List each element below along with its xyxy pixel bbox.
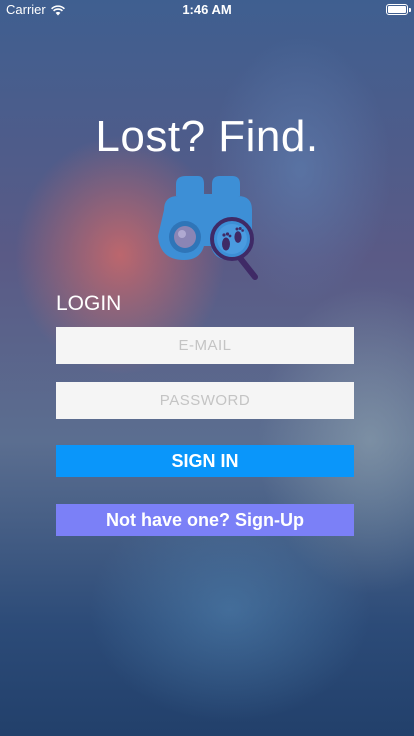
status-time: 1:46 AM: [182, 2, 232, 17]
password-field[interactable]: [56, 382, 354, 419]
sign-in-button[interactable]: SIGN IN: [56, 445, 354, 477]
email-field[interactable]: [56, 327, 354, 364]
sign-up-button[interactable]: Not have one? Sign-Up: [56, 504, 354, 536]
app-title: Lost? Find.: [95, 112, 319, 161]
status-bar: Carrier 1:46 AM: [0, 0, 414, 20]
battery-icon: [386, 4, 411, 15]
binoculars-magnifier-footprint-icon: [158, 176, 258, 280]
login-label: LOGIN: [56, 292, 122, 315]
